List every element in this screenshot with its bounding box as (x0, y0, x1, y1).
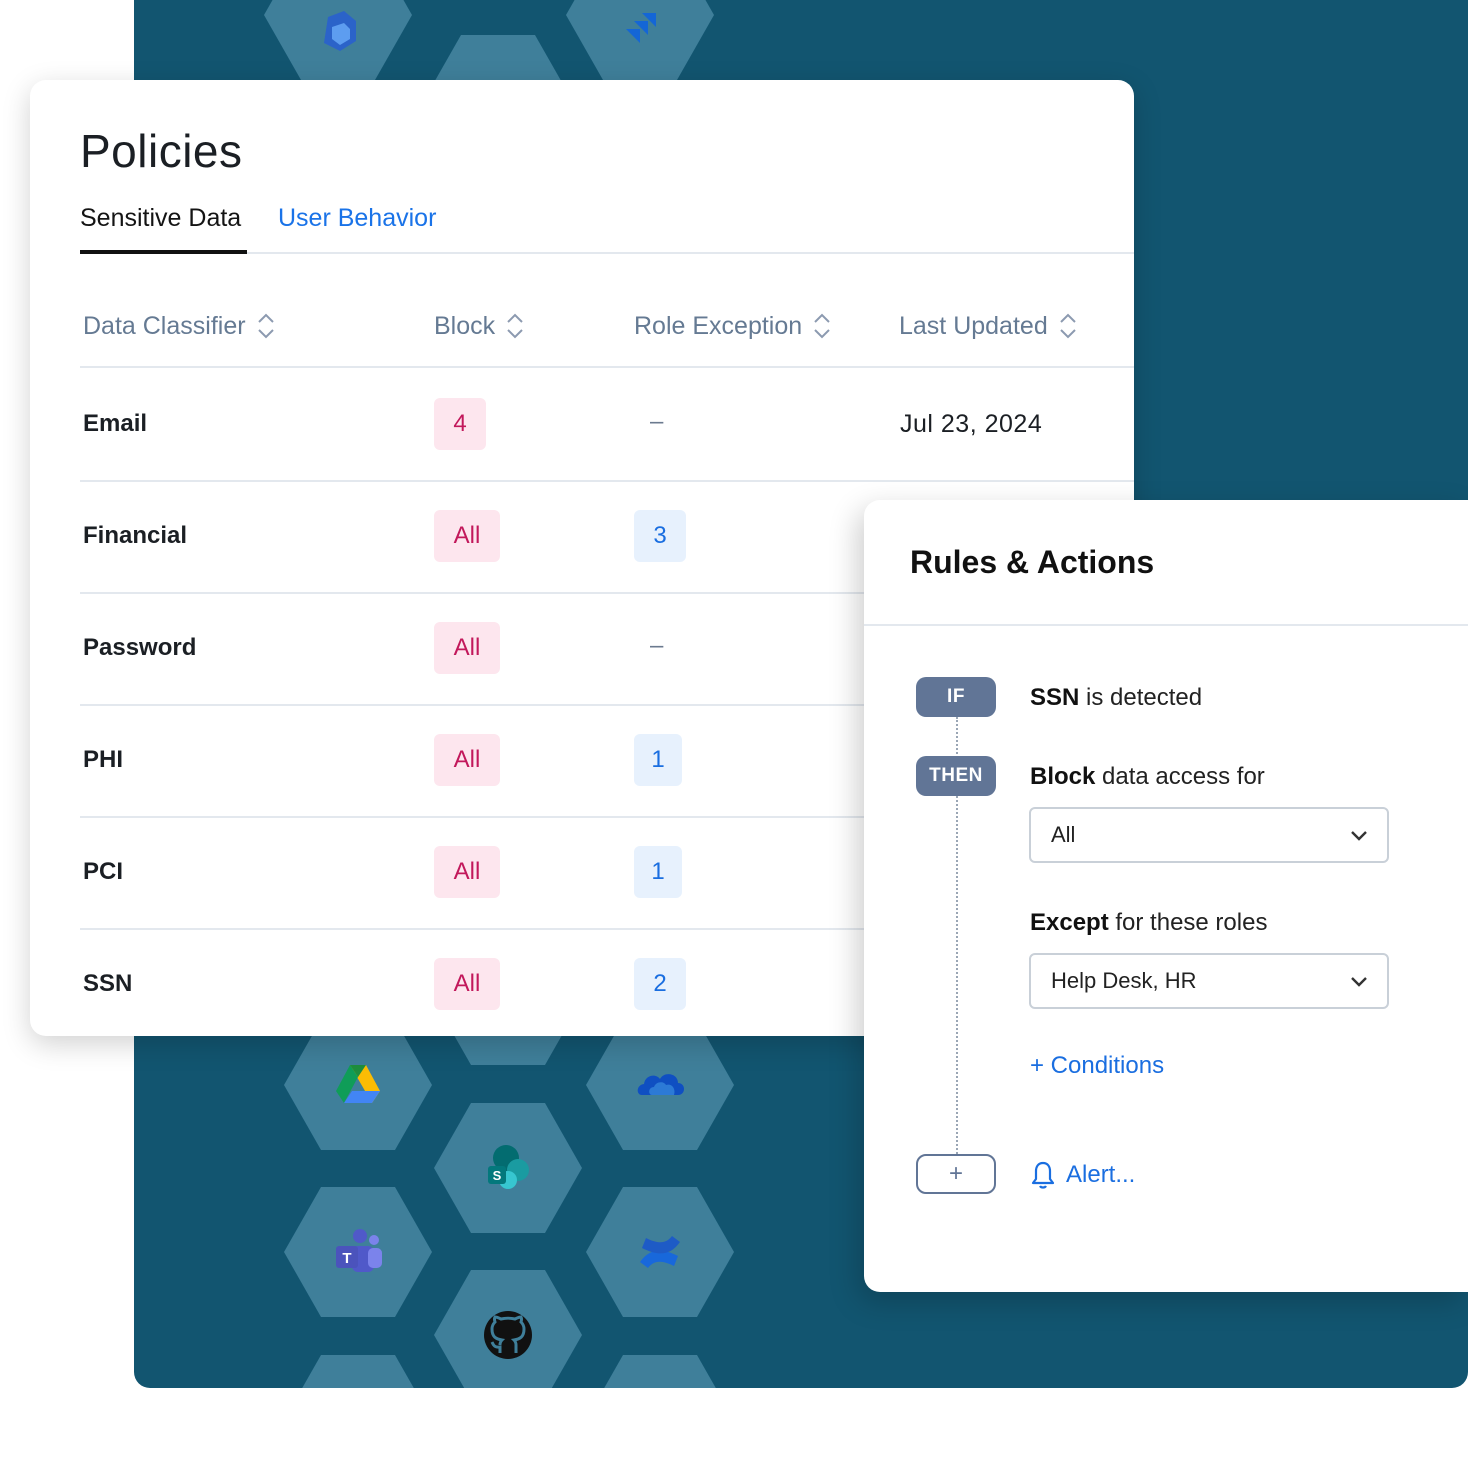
access-select-value: All (1051, 822, 1076, 847)
hex-tile (284, 1355, 432, 1388)
bell-icon (1031, 1161, 1055, 1189)
role-exception-badge: 3 (634, 510, 686, 562)
github-icon (434, 1270, 582, 1388)
sort-icon (507, 313, 523, 339)
column-label: Data Classifier (83, 311, 246, 340)
access-select[interactable]: All (1029, 807, 1389, 863)
block-badge: All (434, 958, 500, 1010)
classifier-name: PHI (83, 746, 124, 773)
column-label: Role Exception (634, 311, 803, 340)
except-label: Except for these roles (1030, 909, 1267, 937)
roles-select[interactable]: Help Desk, HR (1029, 953, 1389, 1009)
add-step-button[interactable]: + (916, 1154, 996, 1194)
block-badge: All (434, 622, 500, 674)
column-data-classifier[interactable]: Data Classifier (83, 311, 276, 341)
classifier-name: Password (83, 634, 197, 661)
block-badge: All (434, 846, 500, 898)
then-text: data access for (1095, 763, 1265, 790)
column-role-exception[interactable]: Role Exception (634, 311, 832, 341)
hex-tile (586, 1355, 734, 1388)
then-pill: THEN (916, 756, 996, 796)
table-row[interactable]: Email 4 – Jul 23, 2024 (80, 368, 1134, 482)
column-label: Last Updated (899, 311, 1048, 340)
onedrive-icon (586, 1020, 734, 1150)
role-exception-badge: 2 (634, 958, 686, 1010)
tab-sensitive-data[interactable]: Sensitive Data (80, 204, 247, 254)
alert-link[interactable]: Alert... (1030, 1160, 1135, 1190)
rules-actions-panel: Rules & Actions IF SSN is detected THEN … (864, 500, 1468, 1292)
alert-label: Alert... (1066, 1161, 1136, 1188)
google-drive-icon (284, 1020, 432, 1150)
column-last-updated[interactable]: Last Updated (899, 311, 1078, 341)
sort-icon (257, 313, 274, 339)
sort-icon (1060, 313, 1076, 339)
page-title: Policies (80, 125, 243, 177)
classifier-name: SSN (83, 970, 133, 997)
classifier-name: Financial (83, 522, 188, 549)
chevron-down-icon (1351, 831, 1367, 841)
policy-tabs: Sensitive Data User Behavior (80, 204, 1134, 254)
role-exception-badge: 1 (634, 734, 682, 786)
jira-icon (566, 0, 714, 80)
microsoft-365-icon (264, 0, 412, 80)
if-condition: SSN is detected (1030, 684, 1202, 712)
chevron-down-icon (1351, 977, 1367, 987)
if-text: is detected (1079, 684, 1203, 711)
if-subject: SSN (1030, 684, 1080, 711)
column-label: Block (434, 311, 496, 340)
block-badge: 4 (434, 398, 486, 450)
rules-divider (864, 624, 1468, 626)
classifier-name: Email (83, 410, 148, 437)
classifier-name: PCI (83, 858, 124, 885)
svg-text:T: T (342, 1250, 351, 1267)
then-action: Block data access for (1030, 763, 1265, 791)
rules-title: Rules & Actions (910, 544, 1155, 580)
add-conditions-link[interactable]: + Conditions (1030, 1052, 1164, 1080)
role-exception-badge: 1 (634, 846, 682, 898)
tab-user-behavior[interactable]: User Behavior (278, 204, 436, 250)
except-text: for these roles (1108, 909, 1268, 936)
block-badge: All (434, 734, 500, 786)
roles-select-value: Help Desk, HR (1051, 968, 1197, 993)
sort-icon (814, 313, 830, 339)
svg-text:S: S (493, 1168, 502, 1183)
except-verb: Except (1030, 909, 1109, 936)
role-exception-empty: – (650, 632, 664, 659)
last-updated: Jul 23, 2024 (900, 410, 1043, 438)
role-exception-empty: – (650, 408, 664, 435)
sharepoint-icon: S (434, 1103, 582, 1233)
if-pill: IF (916, 677, 996, 717)
column-block[interactable]: Block (434, 311, 525, 341)
teams-icon: T (284, 1187, 432, 1317)
confluence-icon (586, 1187, 734, 1317)
then-verb: Block (1030, 763, 1096, 790)
block-badge: All (434, 510, 500, 562)
